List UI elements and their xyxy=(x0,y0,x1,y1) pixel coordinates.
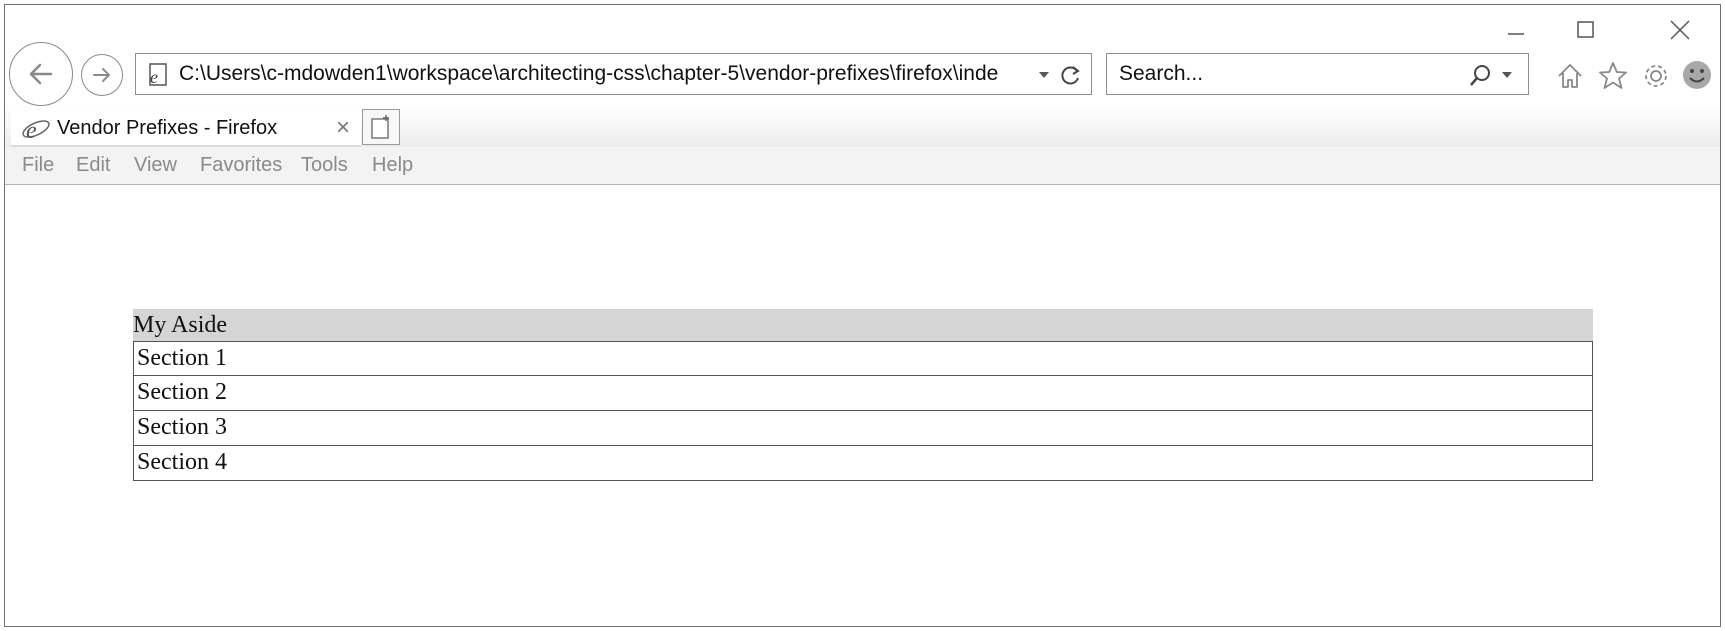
close-icon xyxy=(1670,20,1690,40)
menu-view[interactable]: View xyxy=(134,147,177,183)
dropdown-icon[interactable] xyxy=(1037,69,1051,81)
menu-edit[interactable]: Edit xyxy=(76,147,110,183)
menu-bar: File Edit View Favorites Tools Help xyxy=(5,147,1720,185)
back-button[interactable] xyxy=(9,42,73,106)
address-bar[interactable]: e C:\Users\c-mdowden1\workspace\architec… xyxy=(135,53,1092,95)
ie-logo-icon: e xyxy=(22,118,50,143)
new-tab-icon xyxy=(371,115,389,139)
favorites-star-icon[interactable] xyxy=(1597,60,1629,92)
forward-icon xyxy=(93,68,110,82)
tab-close-icon[interactable]: × xyxy=(336,114,350,142)
svg-text:e: e xyxy=(150,67,158,87)
browser-window: e C:\Users\c-mdowden1\workspace\architec… xyxy=(4,4,1721,627)
menu-file[interactable]: File xyxy=(22,147,54,183)
section-2: Section 2 xyxy=(133,376,1593,411)
search-box[interactable]: Search... xyxy=(1106,53,1529,95)
close-window-button[interactable] xyxy=(1645,5,1715,55)
search-icon[interactable] xyxy=(1468,63,1494,89)
menu-tools[interactable]: Tools xyxy=(301,147,348,183)
aside-heading: My Aside xyxy=(133,309,1593,341)
section-1: Section 1 xyxy=(133,341,1593,376)
menu-help[interactable]: Help xyxy=(372,147,413,183)
minimize-icon xyxy=(1508,33,1524,35)
refresh-icon[interactable] xyxy=(1059,63,1083,87)
feedback-smiley-icon[interactable] xyxy=(1680,58,1714,92)
section-3: Section 3 xyxy=(133,411,1593,446)
minimize-button[interactable] xyxy=(1481,5,1551,55)
page-content: My Aside Section 1 Section 2 Section 3 S… xyxy=(133,309,1593,481)
forward-button[interactable] xyxy=(81,54,123,96)
address-text[interactable]: C:\Users\c-mdowden1\workspace\architecti… xyxy=(179,54,1029,94)
settings-gear-icon[interactable] xyxy=(1640,60,1672,92)
svg-text:e: e xyxy=(26,118,37,143)
back-icon xyxy=(29,63,53,85)
maximize-button[interactable] xyxy=(1551,5,1621,55)
new-tab-button[interactable] xyxy=(362,109,400,145)
search-dropdown-icon[interactable] xyxy=(1500,69,1514,81)
menu-favorites[interactable]: Favorites xyxy=(200,147,282,183)
section-4: Section 4 xyxy=(133,446,1593,481)
search-input[interactable]: Search... xyxy=(1119,54,1203,94)
maximize-icon xyxy=(1577,21,1594,38)
tab-title: Vendor Prefixes - Firefox xyxy=(57,117,278,139)
page-icon: e xyxy=(149,63,167,87)
tab-vendor-prefixes[interactable]: e Vendor Prefixes - Firefox × xyxy=(11,109,361,147)
home-icon[interactable] xyxy=(1555,61,1585,91)
